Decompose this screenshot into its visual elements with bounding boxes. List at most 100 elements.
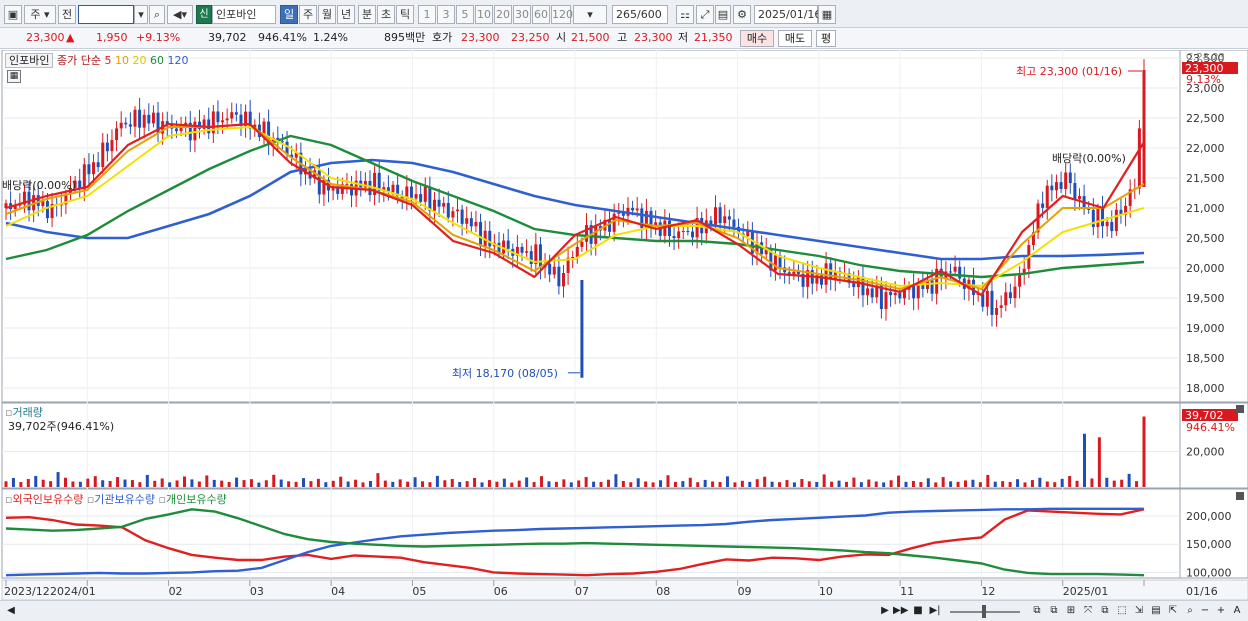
all-button[interactable]: 전 bbox=[58, 5, 76, 24]
volume-bar bbox=[56, 472, 60, 487]
interval-10[interactable]: 10 bbox=[475, 5, 493, 24]
candle-body bbox=[520, 246, 524, 253]
interval-5[interactable]: 5 bbox=[456, 5, 474, 24]
interval-3[interactable]: 3 bbox=[437, 5, 455, 24]
zoom-search-icon[interactable]: ⌕ bbox=[1183, 604, 1197, 618]
volume-bar bbox=[78, 481, 82, 487]
time-axis-label: 12 bbox=[981, 585, 995, 598]
table-icon[interactable]: ▦ bbox=[7, 70, 21, 83]
chart-svg[interactable]: 18,000 18,500 19,000 19,500 20,000 20,500 21,0… bbox=[0, 49, 1248, 601]
volume-bar bbox=[986, 474, 990, 487]
market-select[interactable]: 주 ▾ bbox=[24, 5, 56, 24]
fast-forward-icon[interactable]: ▶▶ bbox=[893, 604, 908, 618]
volume-bar bbox=[339, 476, 343, 487]
candle-body bbox=[1064, 172, 1068, 189]
period-tick[interactable]: 틱 bbox=[396, 5, 414, 24]
scroll-right-icon[interactable]: ▶ bbox=[878, 604, 892, 618]
candle-body bbox=[92, 162, 96, 175]
interval-20[interactable]: 20 bbox=[494, 5, 512, 24]
interval-120[interactable]: 120 bbox=[551, 5, 573, 24]
overlap-icon[interactable]: ⧉ bbox=[1098, 604, 1112, 618]
split-icon[interactable]: ⧉ bbox=[1047, 604, 1061, 618]
holders-axis-tick: 100,000 bbox=[1186, 566, 1232, 579]
interval-60[interactable]: 60 bbox=[532, 5, 550, 24]
period-year[interactable]: 년 bbox=[337, 5, 355, 24]
save-icon[interactable]: ▤ bbox=[715, 5, 731, 24]
volume-bar bbox=[26, 479, 30, 487]
legend-ma-60[interactable]: 60 bbox=[150, 54, 164, 67]
search-icon[interactable]: ⌕ bbox=[149, 5, 165, 24]
volume-bar bbox=[249, 479, 253, 487]
interval-30[interactable]: 30 bbox=[513, 5, 531, 24]
legend-ma-5[interactable]: 5 bbox=[104, 54, 111, 67]
crosshair-icon[interactable]: ⤧ bbox=[1081, 604, 1095, 618]
volume-bar bbox=[123, 479, 127, 487]
goto-end-icon[interactable]: ▶| bbox=[928, 604, 942, 618]
code-dropdown-icon[interactable]: ▾ bbox=[134, 5, 148, 24]
period-minute[interactable]: 분 bbox=[358, 5, 376, 24]
volume-bar bbox=[815, 482, 819, 487]
legend-stock-name[interactable]: 인포바인 bbox=[5, 53, 54, 68]
stock-name-field[interactable]: 인포바인 bbox=[212, 5, 276, 24]
candle-body bbox=[571, 256, 575, 258]
volume-bar bbox=[398, 479, 402, 487]
volume-bar bbox=[599, 482, 603, 487]
period-week[interactable]: 주 bbox=[299, 5, 317, 24]
period-month[interactable]: 월 bbox=[318, 5, 336, 24]
legend-foreign[interactable]: 외국인보유수량 bbox=[12, 493, 83, 506]
sell-button[interactable]: 매도 bbox=[778, 30, 812, 47]
copy-icon[interactable]: ⧉ bbox=[1030, 604, 1044, 618]
image-icon[interactable]: ▤ bbox=[1149, 604, 1163, 618]
indicator-icon[interactable]: ⚏ bbox=[676, 5, 694, 24]
volume-bar bbox=[934, 482, 938, 487]
volume-bar bbox=[116, 477, 120, 487]
bottom-scrollbar[interactable]: ◀ ▶ ▶▶ ■ ▶| ⧉ ⧉ ⊞ ⤧ ⧉ ⬚ ⇲ ▤ ⇱ ⌕ − + A bbox=[0, 600, 1248, 621]
legend-institution[interactable]: 기관보유수량 bbox=[94, 493, 155, 506]
date-field[interactable]: 2025/01/16 bbox=[754, 5, 821, 24]
window-menu-icon[interactable]: ▣ bbox=[4, 5, 22, 24]
select-icon[interactable]: ⬚ bbox=[1115, 604, 1129, 618]
volume-bar bbox=[93, 476, 97, 487]
zoom-in-icon[interactable]: + bbox=[1214, 604, 1228, 618]
interval-input[interactable]: ▾ bbox=[573, 5, 607, 24]
candle-body bbox=[1050, 185, 1054, 191]
auto-scale-icon[interactable]: A bbox=[1230, 604, 1244, 618]
expand-icon[interactable]: ⇱ bbox=[1166, 604, 1180, 618]
price-axis-tick: 18,500 bbox=[1186, 352, 1225, 365]
legend-ma-20[interactable]: 20 bbox=[132, 54, 146, 67]
volume-ratio: 946.41% bbox=[258, 31, 307, 44]
zoom-out-icon[interactable]: − bbox=[1198, 604, 1212, 618]
legend-ma-10[interactable]: 10 bbox=[115, 54, 129, 67]
low-price: 21,350 bbox=[694, 31, 733, 44]
buy-button[interactable]: 매수 bbox=[740, 30, 774, 47]
volume-bar bbox=[718, 482, 722, 487]
time-axis-label: 11 bbox=[900, 585, 914, 598]
candle-body bbox=[82, 164, 86, 190]
candle-body bbox=[345, 184, 349, 186]
interval-1[interactable]: 1 bbox=[418, 5, 436, 24]
candle-body bbox=[1045, 185, 1049, 208]
zoom-slider-handle[interactable] bbox=[982, 605, 986, 618]
price-legend: 인포바인 종가 단순 5 10 20 60 120 bbox=[5, 52, 188, 68]
volume-bar bbox=[978, 482, 982, 487]
stop-icon[interactable]: ■ bbox=[911, 604, 925, 618]
scroll-left-icon[interactable]: ◀ bbox=[4, 604, 18, 618]
draw-tool-icon[interactable]: ⤢ bbox=[696, 5, 714, 24]
sound-icon[interactable]: ◀▾ bbox=[167, 5, 193, 24]
calendar-icon[interactable]: ▦ bbox=[818, 5, 836, 24]
grid-icon[interactable]: ⊞ bbox=[1064, 604, 1078, 618]
chart-area[interactable]: 18,000 18,500 19,000 19,500 20,000 20,500 21,0… bbox=[0, 49, 1248, 601]
volume-bar bbox=[889, 480, 893, 487]
time-axis-label: 06 bbox=[494, 585, 508, 598]
period-second[interactable]: 초 bbox=[377, 5, 395, 24]
volume-value: 39,702 bbox=[208, 31, 247, 44]
trend-icon[interactable]: ⇲ bbox=[1132, 604, 1146, 618]
legend-ma-120[interactable]: 120 bbox=[167, 54, 188, 67]
eval-button[interactable]: 평 bbox=[816, 30, 836, 47]
legend-individual[interactable]: 개인보유수량 bbox=[166, 493, 227, 506]
gear-icon[interactable]: ⚙ bbox=[733, 5, 751, 24]
stock-code-input[interactable]: 115310 bbox=[78, 5, 134, 24]
volume-bar bbox=[800, 479, 804, 487]
count-field[interactable]: 265/600 bbox=[612, 5, 668, 24]
period-day[interactable]: 일 bbox=[280, 5, 298, 24]
